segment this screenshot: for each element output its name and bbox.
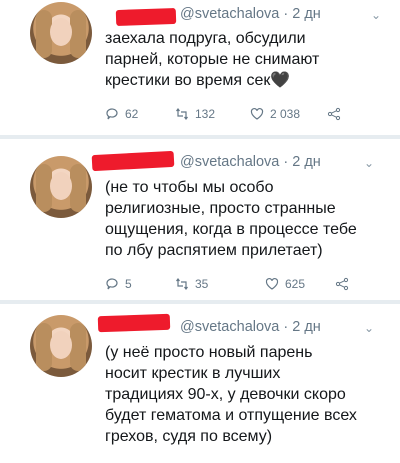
chevron-down-icon[interactable]: ⌄ — [371, 8, 381, 22]
like-button[interactable]: 625 — [265, 277, 305, 291]
black-heart-emoji: 🖤 — [270, 72, 291, 89]
tweet-text: (не то чтобы мы особо религиозные, прост… — [105, 179, 357, 259]
share-button[interactable] — [335, 277, 349, 291]
like-button[interactable]: 2 038 — [250, 107, 300, 121]
like-count: 625 — [285, 277, 306, 291]
like-count: 2 038 — [270, 107, 301, 121]
retweet-button[interactable]: 35 — [175, 277, 208, 291]
tweet-text: заехала подруга, обсудили парней, которы… — [105, 30, 320, 89]
reply-count: 62 — [125, 107, 139, 121]
divider — [0, 135, 400, 139]
avatar[interactable] — [30, 315, 92, 377]
tweet-handle[interactable]: @svetachalova · 2 дн — [180, 319, 321, 335]
tweet-3[interactable]: @svetachalova · 2 дн ⌄ (у неё просто нов… — [0, 305, 400, 463]
retweet-count: 35 — [195, 277, 209, 291]
avatar[interactable] — [30, 2, 92, 64]
heart-icon — [265, 277, 279, 291]
retweet-icon — [175, 277, 189, 291]
reply-icon — [105, 277, 119, 291]
redacted-name — [91, 150, 175, 172]
share-button[interactable] — [327, 107, 341, 121]
tweet-handle[interactable]: @svetachalova · 2 дн — [180, 6, 321, 22]
tweet-2[interactable]: @svetachalova · 2 дн ⌄ (не то чтобы мы о… — [0, 140, 400, 300]
tweet-handle[interactable]: @svetachalova · 2 дн — [180, 154, 321, 170]
reply-icon — [105, 107, 119, 121]
redacted-name — [97, 313, 171, 333]
reply-count: 5 — [125, 277, 132, 291]
tweet-time: · 2 дн — [283, 154, 321, 170]
retweet-icon — [175, 107, 189, 121]
reply-button[interactable]: 62 — [105, 107, 138, 121]
avatar[interactable] — [30, 156, 92, 218]
reply-button[interactable]: 5 — [105, 277, 132, 291]
share-icon — [327, 107, 341, 121]
chevron-down-icon[interactable]: ⌄ — [364, 321, 374, 335]
retweet-button[interactable]: 132 — [175, 107, 215, 121]
chevron-down-icon[interactable]: ⌄ — [364, 156, 374, 170]
redacted-name — [115, 7, 177, 27]
tweet-time: · 2 дн — [283, 6, 321, 22]
heart-icon — [250, 107, 264, 121]
divider — [0, 300, 400, 304]
share-icon — [335, 277, 349, 291]
tweet-text: (у неё просто новый парень носит крестик… — [105, 344, 357, 445]
tweet-1[interactable]: @svetachalova · 2 дн ⌄ заехала подруга, … — [0, 0, 400, 128]
tweet-time: · 2 дн — [283, 319, 321, 335]
retweet-count: 132 — [195, 107, 216, 121]
